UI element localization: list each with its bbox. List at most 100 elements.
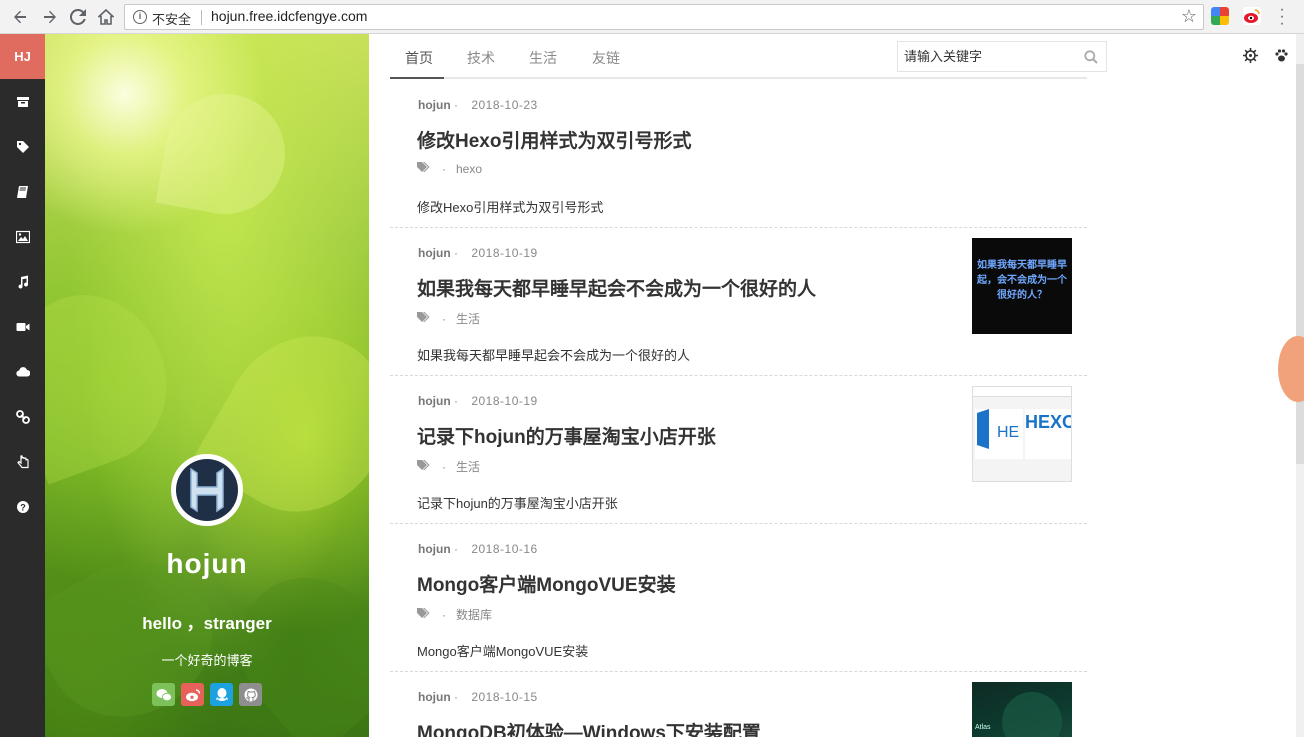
cloud-icon[interactable] (0, 349, 45, 394)
tag-icon (417, 608, 430, 618)
post-tags: · 数据库 (417, 606, 492, 623)
post-tags: · 生活 (417, 310, 480, 327)
browser-menu-icon[interactable]: · · · (1276, 2, 1288, 32)
post-date: 2018-10-16 (471, 542, 538, 556)
info-icon[interactable]: i (133, 10, 147, 24)
post-title[interactable]: 修改Hexo引用样式为双引号形式 (417, 126, 691, 153)
icon-sidebar: HJ ? (0, 34, 45, 737)
security-label: 不安全 (152, 12, 192, 27)
social-links (152, 683, 262, 706)
post-title[interactable]: MongoDB初体验—Windows下安装配置 (417, 718, 761, 737)
avatar[interactable] (171, 454, 243, 526)
thumbnail-card: HEXO (1025, 409, 1071, 459)
home-icon[interactable] (94, 5, 118, 29)
post-item[interactable]: hojun · 2018-10-16 Mongo客户端MongoVUE安装 · 数… (390, 542, 1087, 672)
post-tags: · 生活 (417, 458, 480, 475)
image-icon[interactable] (0, 214, 45, 259)
post-excerpt: Mongo客户端MongoVUE安装 (417, 644, 589, 659)
leaf-decoration (45, 273, 190, 485)
help-icon[interactable]: ? (0, 484, 45, 529)
search-box (897, 41, 1107, 72)
thumbnail-text: HEXO (1025, 412, 1072, 432)
post-tag[interactable]: 数据库 (456, 608, 492, 622)
post-title[interactable]: 如果我每天都早睡早起会不会成为一个很好的人 (417, 274, 816, 301)
post-meta: hojun · 2018-10-19 (418, 394, 538, 408)
post-tag[interactable]: hexo (456, 162, 482, 176)
post-thumbnail[interactable]: Atlas (972, 682, 1072, 737)
profile-greeting: hello ，stranger (142, 614, 272, 633)
thumbnail-text: Atlas (975, 724, 991, 731)
avatar-image (176, 459, 238, 521)
github-icon[interactable] (239, 683, 262, 706)
hand-icon[interactable] (0, 439, 45, 484)
post-item[interactable]: hojun · 2018-10-19 记录下hojun的万事屋淘宝小店开张 · 生… (390, 386, 1087, 524)
tab-life[interactable]: 生活 (529, 48, 557, 68)
profile-name: hojun (166, 548, 248, 579)
search-icon[interactable] (1084, 50, 1098, 69)
main-content: 首页 技术 生活 友链 hojun · 2018-10-23 修改Hexo引用样… (369, 34, 1304, 737)
tab-home[interactable]: 首页 (405, 48, 433, 68)
tags-icon[interactable] (0, 124, 45, 169)
extension-icon[interactable] (1211, 7, 1229, 25)
back-icon[interactable] (8, 5, 32, 29)
post-item[interactable]: hojun · 2018-10-15 MongoDB初体验—Windows下安装… (390, 682, 1087, 737)
browser-toolbar: i 不安全 hojun.free.idcfengye.com ☆ · · · (0, 0, 1304, 34)
archive-icon[interactable] (0, 79, 45, 124)
weibo-icon[interactable] (181, 683, 204, 706)
post-date: 2018-10-23 (471, 98, 538, 112)
svg-text:?: ? (20, 502, 26, 512)
weibo-extension-icon[interactable] (1243, 7, 1261, 25)
post-item[interactable]: hojun · 2018-10-23 修改Hexo引用样式为双引号形式 · hex… (390, 98, 1087, 228)
post-thumbnail[interactable]: 如果我每天都早睡早起，会不会成为一个很好的人？ (972, 238, 1072, 334)
post-meta: hojun · 2018-10-15 (418, 690, 538, 704)
post-title[interactable]: Mongo客户端MongoVUE安装 (417, 570, 676, 597)
music-icon[interactable] (0, 259, 45, 304)
profile-hero: hojun hello ，stranger 一个好奇的博客 (45, 34, 369, 737)
video-icon[interactable] (0, 304, 45, 349)
bookmark-star-icon[interactable]: ☆ (1181, 6, 1197, 27)
tab-links[interactable]: 友链 (592, 48, 620, 68)
post-author[interactable]: hojun (418, 98, 451, 112)
post-author[interactable]: hojun (418, 246, 451, 260)
svg-text:HE: HE (997, 424, 1019, 441)
post-title[interactable]: 记录下hojun的万事屋淘宝小店开张 (417, 422, 716, 449)
post-author[interactable]: hojun (418, 542, 451, 556)
address-bar[interactable]: i 不安全 hojun.free.idcfengye.com ☆ (124, 4, 1204, 30)
leaf-decoration (155, 84, 295, 224)
post-item[interactable]: hojun · 2018-10-19 如果我每天都早睡早起会不会成为一个很好的人… (390, 238, 1087, 376)
address-separator (201, 10, 202, 25)
tag-icon (417, 162, 430, 172)
reload-icon[interactable] (66, 5, 90, 29)
post-excerpt: 记录下hojun的万事屋淘宝小店开张 (417, 496, 618, 511)
book-icon[interactable] (0, 169, 45, 214)
profile-motto: 一个好奇的博客 (161, 653, 253, 668)
search-input[interactable] (898, 42, 1078, 71)
post-date: 2018-10-15 (471, 690, 538, 704)
post-meta: hojun · 2018-10-19 (418, 246, 538, 260)
forward-icon[interactable] (38, 5, 62, 29)
wechat-icon[interactable] (152, 683, 175, 706)
url-text[interactable]: hojun.free.idcfengye.com (211, 8, 367, 24)
thumbnail-shape (1002, 692, 1062, 737)
site-logo[interactable]: HJ (0, 34, 45, 79)
post-tags: · hexo (417, 162, 482, 176)
paw-icon[interactable] (1274, 48, 1289, 68)
thumbnail-card: HE (975, 409, 1023, 459)
settings-icon[interactable] (1243, 48, 1258, 68)
post-meta: hojun · 2018-10-23 (418, 98, 538, 112)
active-tab-indicator (390, 77, 444, 79)
tab-tech[interactable]: 技术 (467, 48, 495, 68)
post-tag[interactable]: 生活 (456, 460, 480, 474)
utility-icons (1243, 48, 1289, 68)
link-icon[interactable] (0, 394, 45, 439)
post-thumbnail[interactable]: HE HEXO (972, 386, 1072, 482)
post-author[interactable]: hojun (418, 690, 451, 704)
post-author[interactable]: hojun (418, 394, 451, 408)
post-excerpt: 修改Hexo引用样式为双引号形式 (417, 200, 604, 215)
nav-tabs: 首页 技术 生活 友链 (390, 34, 1107, 79)
thumbnail-text: 如果我每天都早睡早起，会不会成为一个很好的人？ (977, 260, 1067, 301)
post-date: 2018-10-19 (471, 394, 538, 408)
qq-icon[interactable] (210, 683, 233, 706)
scrollbar-thumb[interactable] (1296, 64, 1304, 464)
post-tag[interactable]: 生活 (456, 312, 480, 326)
